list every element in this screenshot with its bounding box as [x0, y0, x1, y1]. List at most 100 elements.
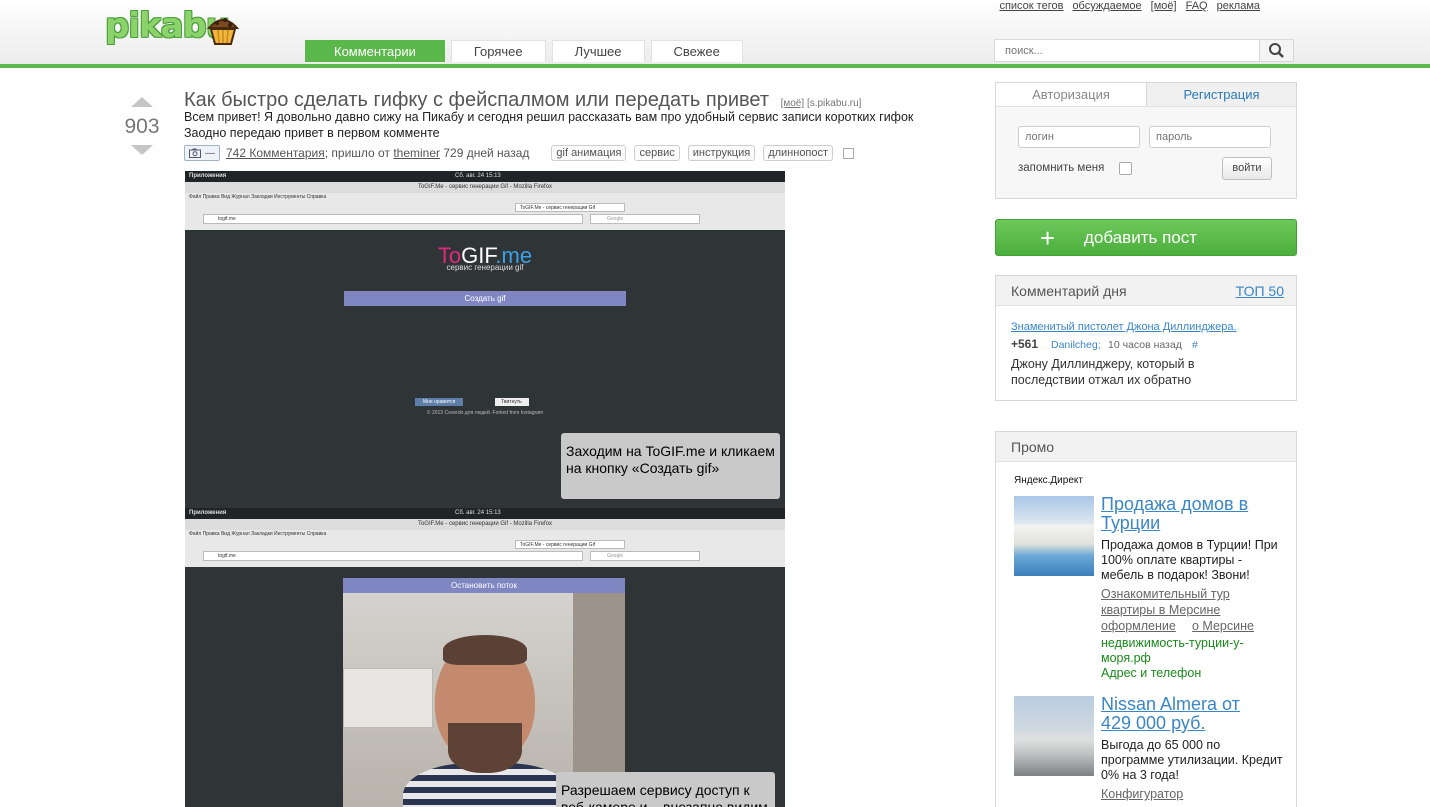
upvote-arrow-icon[interactable]: [131, 97, 153, 107]
ads-link[interactable]: реклама: [1217, 0, 1260, 12]
stop-stream-button: Остановить поток: [343, 578, 625, 593]
post-description: Всем привет! Я довольно давно сижу на Пи…: [184, 110, 974, 141]
ad-sitelink[interactable]: о Мерсине: [1192, 618, 1272, 634]
post-age: 729 дней назад: [443, 146, 530, 160]
ad-image-car[interactable]: [1014, 696, 1094, 776]
social-buttons: Мне нравится Твитнуть: [415, 398, 555, 407]
cod-user-link[interactable]: Danilcheg;: [1051, 339, 1101, 351]
tweet-button: Твитнуть: [495, 398, 529, 406]
search-button[interactable]: [1259, 40, 1293, 61]
top-links: список тегов обсуждаемое [моё] FAQ рекла…: [999, 0, 1260, 12]
remember-checkbox[interactable]: [1119, 162, 1132, 175]
tag-longpost[interactable]: длиннопост: [763, 145, 834, 161]
author-link[interactable]: theminer: [393, 146, 440, 160]
plus-icon: +: [1040, 223, 1056, 253]
post-rating: 903: [124, 115, 160, 138]
image-caption: Заходим на ToGIF.me и кликаем на кнопку …: [561, 433, 780, 499]
camera-button[interactable]: —: [184, 145, 220, 161]
ad-sitelink[interactable]: Конфигуратор: [1101, 786, 1281, 802]
add-post-button[interactable]: + добавить пост: [995, 219, 1297, 256]
tab-best[interactable]: Лучшее: [551, 40, 645, 62]
tag-instruction[interactable]: инструкция: [687, 145, 756, 161]
save-icon[interactable]: [843, 147, 855, 159]
browser-title: ToGIF.Me - сервис генерации Gif - Mozill…: [185, 182, 785, 193]
browser-url: togif.me: [203, 551, 583, 561]
browser-menu: Файл Правка Вид Журнал Закладки Инструме…: [189, 194, 327, 200]
description-line: Всем привет! Я довольно давно сижу на Пи…: [184, 110, 914, 124]
os-panel: Приложения Сб. авг. 24 15:13: [185, 508, 785, 519]
ad-image-house[interactable]: [1014, 496, 1094, 576]
tags-list-link[interactable]: список тегов: [999, 0, 1063, 12]
ad-text: Продажа домов в Турции! При 100% оплате …: [1101, 538, 1278, 582]
camera-icon: [189, 148, 201, 158]
add-post-label: добавить пост: [1084, 228, 1198, 247]
downvote-arrow-icon[interactable]: [131, 145, 153, 155]
post-image-2: Приложения Сб. авг. 24 15:13 ToGIF.Me - с…: [185, 508, 785, 807]
browser-tab: ToGIF.Me - сервис генерации Gif: [515, 540, 625, 549]
tab-register[interactable]: Регистрация: [1146, 83, 1296, 107]
description-line: Заодно передаю привет в первом комменте: [184, 125, 440, 140]
cod-post-link[interactable]: Знаменитый пистолет Джона Диллинджера.: [1011, 321, 1237, 333]
login-button[interactable]: войти: [1222, 157, 1272, 180]
top50-link[interactable]: ТОП 50: [1236, 276, 1284, 306]
browser-chrome: ToGIF.Me - сервис генерации Gif - Mozill…: [185, 519, 785, 567]
like-button: Мне нравится: [415, 398, 463, 406]
tab-comments[interactable]: Комментарии: [305, 40, 445, 62]
discussed-link[interactable]: обсуждаемое: [1072, 0, 1141, 12]
ad-contact-link[interactable]: Адрес и телефон: [1101, 666, 1281, 681]
os-clock: Сб. авг. 24 15:13: [455, 510, 501, 516]
post-title-row: Как быстро сделать гифку с фейспалмом ил…: [184, 89, 861, 112]
promo-panel: Промо Яндекс.Директ Продажа домов в Турц…: [995, 431, 1297, 807]
browser-tab: ToGIF.Me - сервис генерации Gif: [515, 203, 625, 212]
os-apps-label: Приложения: [189, 510, 227, 516]
from-text: ; пришло от: [324, 146, 390, 160]
post-image-1: Приложения Сб. авг. 24 15:13 ToGIF.Me - с…: [185, 171, 785, 519]
tab-login[interactable]: Авторизация: [996, 83, 1146, 107]
browser-menu: Файл Правка Вид Журнал Закладки Инструме…: [189, 531, 327, 537]
yandex-direct-label[interactable]: Яндекс.Директ: [1014, 475, 1083, 486]
password-field[interactable]: [1149, 126, 1271, 148]
cod-time: 10 часов назад: [1108, 339, 1182, 351]
ad-title[interactable]: Nissan Almera от 429 000 руб.: [1101, 695, 1271, 733]
browser-chrome: ToGIF.Me - сервис генерации Gif - Mozill…: [185, 182, 785, 230]
search-icon: [1269, 43, 1284, 58]
cod-text: Джону Диллинджеру, который в последствии…: [1011, 357, 1195, 387]
image-caption: Разрешаем сервису доступ к веб-камере и.…: [556, 772, 775, 807]
os-apps-label: Приложения: [189, 173, 227, 179]
source-tag: [s.pikabu.ru]: [806, 98, 862, 109]
ad-domain[interactable]: недвижимость-турции-у-моря.рф: [1101, 636, 1281, 666]
panel-title: Промо: [1011, 439, 1055, 455]
cod-score: +561: [1011, 337, 1039, 351]
search-box: [994, 39, 1294, 62]
comment-of-day-panel: Комментарий дня ТОП 50 Знаменитый пистол…: [995, 275, 1297, 401]
camera-count: —: [205, 147, 215, 159]
auth-panel: Авторизация Регистрация запомнить меня в…: [995, 82, 1297, 199]
cod-permalink[interactable]: #: [1192, 339, 1198, 351]
togif-copyright: © 2013 Coverdo для людей. Forked from In…: [426, 410, 544, 416]
tag-service[interactable]: сервис: [634, 145, 680, 161]
search-input[interactable]: [995, 40, 1257, 61]
mine-tag[interactable]: [моё]: [781, 98, 805, 109]
panel-title: Комментарий дня: [1011, 283, 1127, 299]
browser-url: togif.me: [203, 214, 583, 224]
post-title[interactable]: Как быстро сделать гифку с фейспалмом ил…: [184, 89, 769, 111]
faq-link[interactable]: FAQ: [1186, 0, 1208, 12]
os-clock: Сб. авг. 24 15:13: [455, 173, 501, 179]
remember-label: запомнить меня: [1018, 162, 1105, 174]
ad-text: Выгода до 65 000 по программе утилизации…: [1101, 738, 1283, 782]
login-field[interactable]: [1018, 126, 1140, 148]
vote-block: 903: [120, 97, 164, 155]
ad-title[interactable]: Продажа домов в Турции: [1101, 495, 1271, 533]
togif-subtitle: сервис генерации gif: [446, 263, 524, 272]
browser-search: Google: [590, 551, 700, 561]
os-panel: Приложения Сб. авг. 24 15:13: [185, 171, 785, 182]
post-meta: — 742 Комментария ; пришло от theminer 7…: [184, 145, 855, 161]
tag-gif[interactable]: gif анимация: [551, 145, 627, 161]
comments-link[interactable]: 742 Комментария: [226, 146, 325, 160]
pikabu-logo[interactable]: pikabu: [105, 6, 250, 50]
create-gif-button: Создать gif: [344, 291, 626, 306]
tab-hot[interactable]: Горячее: [450, 40, 546, 62]
tab-fresh[interactable]: Свежее: [650, 40, 743, 62]
mine-link[interactable]: [моё]: [1151, 0, 1177, 12]
browser-title: ToGIF.Me - сервис генерации Gif - Mozill…: [185, 519, 785, 530]
